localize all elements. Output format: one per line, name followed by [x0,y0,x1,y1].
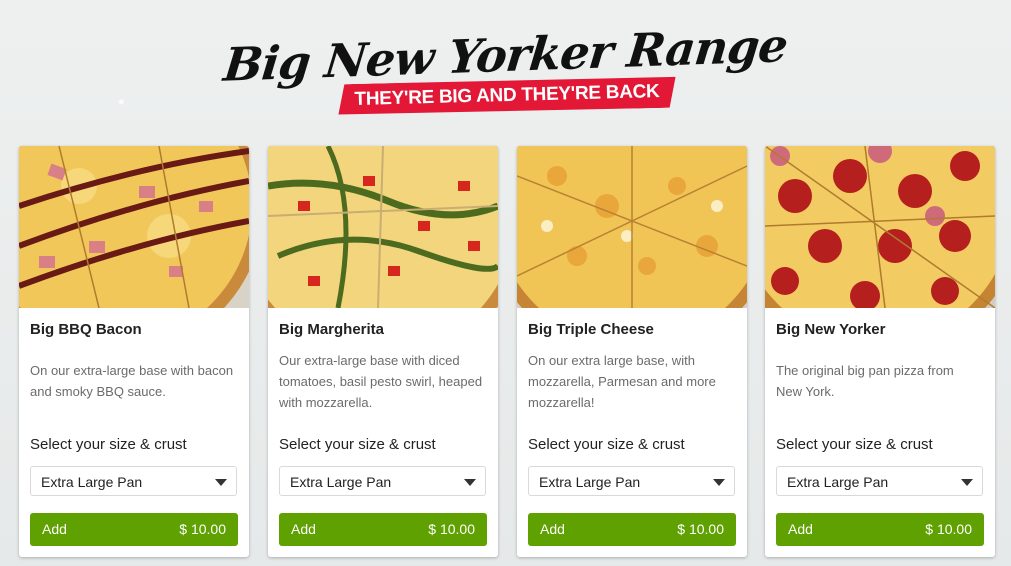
chevron-down-icon [215,479,227,486]
add-label: Add [291,521,316,537]
product-card-triple-cheese: Big Triple Cheese On our extra large bas… [517,146,747,557]
add-to-cart-button[interactable]: Add $ 10.00 [30,513,238,546]
price: $ 10.00 [677,521,724,537]
add-label: Add [788,521,813,537]
hero-header: Big New Yorker Range THEY'RE BIG AND THE… [0,0,1011,140]
size-crust-label: Select your size & crust [776,436,933,453]
triple-cheese-pizza-image[interactable] [517,146,747,308]
add-label: Add [540,521,565,537]
add-to-cart-button[interactable]: Add $ 10.00 [279,513,487,546]
bbq-bacon-pizza-image[interactable] [19,146,249,308]
size-crust-label: Select your size & crust [528,436,685,453]
product-card-new-yorker: Big New Yorker The original big pan pizz… [765,146,995,557]
price: $ 10.00 [428,521,475,537]
product-description: On our extra large base, with mozzarella… [528,353,716,410]
size-crust-select[interactable]: Extra Large Pan [30,466,237,496]
size-crust-label: Select your size & crust [279,436,436,453]
selected-size-option: Extra Large Pan [41,474,143,490]
product-description: On our extra-large base with bacon and s… [30,363,234,399]
size-crust-select[interactable]: Extra Large Pan [528,466,735,496]
price: $ 10.00 [179,521,226,537]
product-description: The original big pan pizza from New York… [776,363,954,399]
selected-size-option: Extra Large Pan [539,474,641,490]
product-card-margherita: Big Margherita Our extra-large base with… [268,146,498,557]
add-label: Add [42,521,67,537]
add-to-cart-button[interactable]: Add $ 10.00 [528,513,736,546]
chevron-down-icon [713,479,725,486]
size-crust-select[interactable]: Extra Large Pan [279,466,486,496]
chevron-down-icon [464,479,476,486]
product-title: Big Margherita [279,321,385,338]
product-title: Big New Yorker [776,321,886,338]
product-title: Big Triple Cheese [528,321,654,338]
selected-size-option: Extra Large Pan [787,474,889,490]
product-card-bbq-bacon: Big BBQ Bacon On our extra-large base wi… [19,146,249,557]
product-title: Big BBQ Bacon [30,321,142,338]
add-to-cart-button[interactable]: Add $ 10.00 [776,513,984,546]
size-crust-select[interactable]: Extra Large Pan [776,466,983,496]
margherita-pizza-image[interactable] [268,146,498,308]
price: $ 10.00 [925,521,972,537]
size-crust-label: Select your size & crust [30,436,187,453]
selected-size-option: Extra Large Pan [290,474,392,490]
new-yorker-pizza-image[interactable] [765,146,995,308]
chevron-down-icon [961,479,973,486]
product-description: Our extra-large base with diced tomatoes… [279,353,483,410]
